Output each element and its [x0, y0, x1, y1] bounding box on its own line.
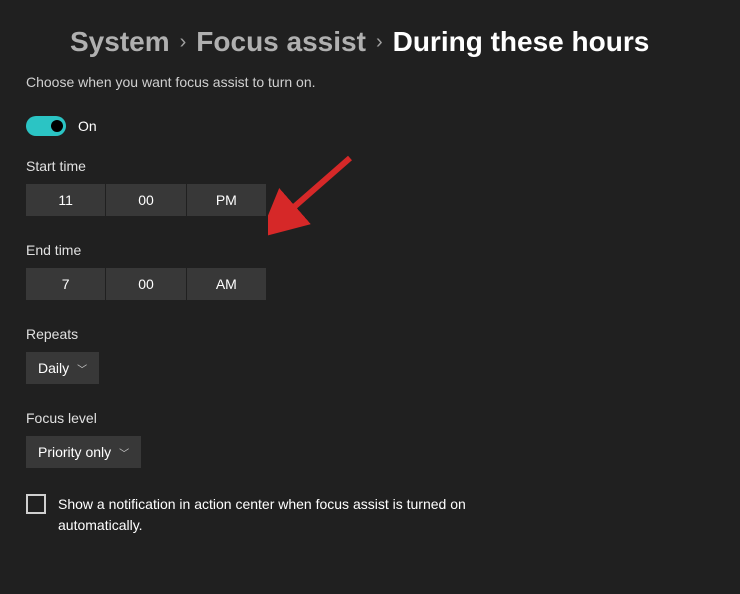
start-time-minute[interactable]: 00: [106, 184, 186, 216]
focus-assist-toggle[interactable]: [26, 116, 66, 136]
focus-level-dropdown[interactable]: Priority only ﹀: [26, 436, 141, 468]
repeats-dropdown[interactable]: Daily ﹀: [26, 352, 99, 384]
chevron-down-icon: ﹀: [119, 445, 129, 460]
end-time-hour[interactable]: 7: [26, 268, 106, 300]
end-time-minute[interactable]: 00: [106, 268, 186, 300]
breadcrumb: System › Focus assist › During these hou…: [70, 26, 714, 58]
repeats-value: Daily: [38, 360, 69, 376]
end-time-period[interactable]: AM: [187, 268, 266, 300]
toggle-state-label: On: [78, 118, 97, 134]
breadcrumb-focus-assist[interactable]: Focus assist: [196, 26, 366, 58]
start-time-period[interactable]: PM: [187, 184, 266, 216]
chevron-right-icon: ›: [180, 31, 187, 54]
toggle-knob: [51, 120, 63, 132]
breadcrumb-current: During these hours: [393, 26, 650, 58]
notification-checkbox[interactable]: [26, 494, 46, 514]
focus-level-value: Priority only: [38, 444, 111, 460]
focus-level-label: Focus level: [26, 410, 714, 426]
end-time-label: End time: [26, 242, 714, 258]
chevron-right-icon: ›: [376, 31, 383, 54]
start-time-picker: 11 00 PM: [26, 184, 266, 216]
repeats-label: Repeats: [26, 326, 714, 342]
chevron-down-icon: ﹀: [77, 361, 87, 376]
start-time-hour[interactable]: 11: [26, 184, 106, 216]
page-description: Choose when you want focus assist to tur…: [26, 74, 714, 90]
start-time-label: Start time: [26, 158, 714, 174]
end-time-picker: 7 00 AM: [26, 268, 266, 300]
breadcrumb-system[interactable]: System: [70, 26, 170, 58]
notification-checkbox-label: Show a notification in action center whe…: [58, 494, 538, 536]
